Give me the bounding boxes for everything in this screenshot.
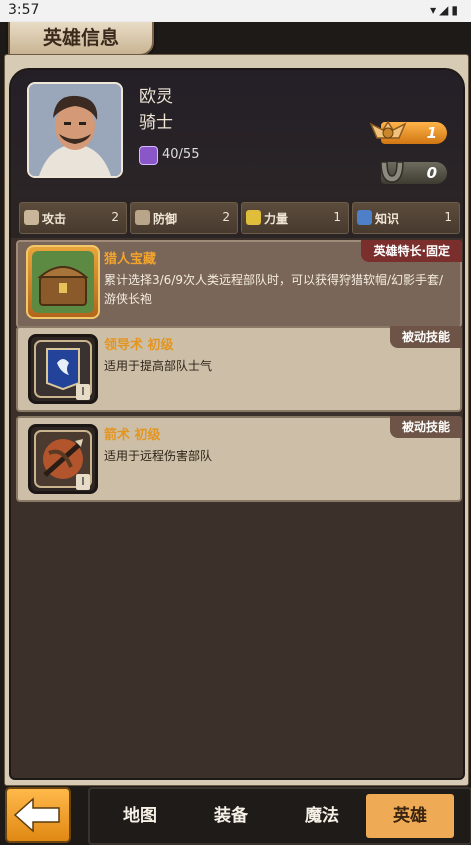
skill-card-archery[interactable]: 被动技能 I 箭术 初级 适用于远程伤害部队: [16, 416, 462, 502]
stat-label: 力量: [264, 212, 289, 226]
exp-value: 40/55: [162, 147, 200, 162]
hero-portrait[interactable]: [27, 82, 123, 178]
skill-description: 适用于提高部队士气: [104, 359, 213, 373]
stat-label: 攻击: [42, 212, 67, 226]
stat-defense[interactable]: 防御 2: [130, 202, 238, 234]
hero-header: 欧灵 骑士 40/55 1 0: [11, 70, 463, 198]
back-button[interactable]: [5, 787, 71, 843]
shield-icon: [135, 210, 150, 225]
book-icon: [357, 210, 372, 225]
skill-level-badge: I: [76, 474, 90, 490]
skill-tag: 被动技能: [389, 416, 462, 438]
back-arrow-icon: [13, 797, 60, 833]
rank-level: 1: [426, 124, 437, 142]
attribute-stats: 攻击 2 防御 2 力量 1 知识 1: [11, 198, 463, 238]
status-time: 3:57: [8, 2, 40, 18]
specialty-description: 累计选择3/6/9次人类远程部队时，可以获得狩猎软帽/幻影手套/游侠长袍: [104, 273, 444, 306]
signal-icon: ◢: [439, 3, 452, 17]
hero-specialty-card[interactable]: 英雄特长·固定 猎人宝藏 累计选择3/6/9次人类远程部队时，可以获得狩猎软帽/…: [16, 240, 462, 328]
treasure-chest-icon: [26, 245, 100, 319]
stat-value: 2: [222, 210, 230, 224]
stat-label: 知识: [375, 212, 400, 226]
stat-value: 2: [111, 210, 119, 224]
bottom-nav: 地图 装备 魔法 英雄: [88, 787, 471, 845]
nav-tab-map[interactable]: 地图: [96, 794, 184, 838]
skill-description: 适用于远程伤害部队: [104, 449, 213, 463]
status-icons: ▾◢▮: [430, 3, 461, 17]
status-bar: 3:57 ▾◢▮: [0, 0, 471, 22]
wings-icon: [369, 120, 407, 139]
wifi-icon: ▾: [430, 3, 440, 17]
fist-icon: [246, 210, 261, 225]
specialty-tag: 英雄特长·固定: [361, 240, 462, 262]
hero-class: 骑士: [139, 113, 173, 133]
skill-level-badge: I: [76, 384, 90, 400]
stat-attack[interactable]: 攻击 2: [19, 202, 127, 234]
skill-card-leadership[interactable]: 被动技能 I 领导术 初级 适用于提高部队士气: [16, 326, 462, 412]
page-title: 英雄信息: [8, 22, 154, 56]
nav-tab-magic[interactable]: 魔法: [278, 794, 366, 838]
specialty-title: 猎人宝藏: [104, 252, 157, 267]
skill-tag: 被动技能: [389, 326, 462, 348]
hero-portrait-image: [29, 84, 121, 176]
stat-label: 防御: [153, 212, 178, 226]
skill-title: 领导术 初级: [104, 338, 174, 353]
hero-name: 欧灵: [139, 87, 173, 107]
stat-value: 1: [444, 210, 452, 224]
mount-level: 0: [426, 164, 437, 182]
stat-value: 1: [333, 210, 341, 224]
stat-knowledge[interactable]: 知识 1: [352, 202, 460, 234]
nav-tab-hero[interactable]: 英雄: [366, 794, 454, 838]
hero-panel: 欧灵 骑士 40/55 1 0 攻击 2 防御 2 力量 1 知识 1 英雄特长…: [9, 68, 465, 780]
skill-title: 箭术 初级: [104, 428, 161, 443]
horseshoe-icon: [380, 161, 404, 183]
sword-icon: [24, 210, 39, 225]
nav-tab-equipment[interactable]: 装备: [187, 794, 275, 838]
battery-icon: ▮: [451, 3, 461, 17]
stat-power[interactable]: 力量 1: [241, 202, 349, 234]
exp-gem-icon: [139, 146, 158, 165]
